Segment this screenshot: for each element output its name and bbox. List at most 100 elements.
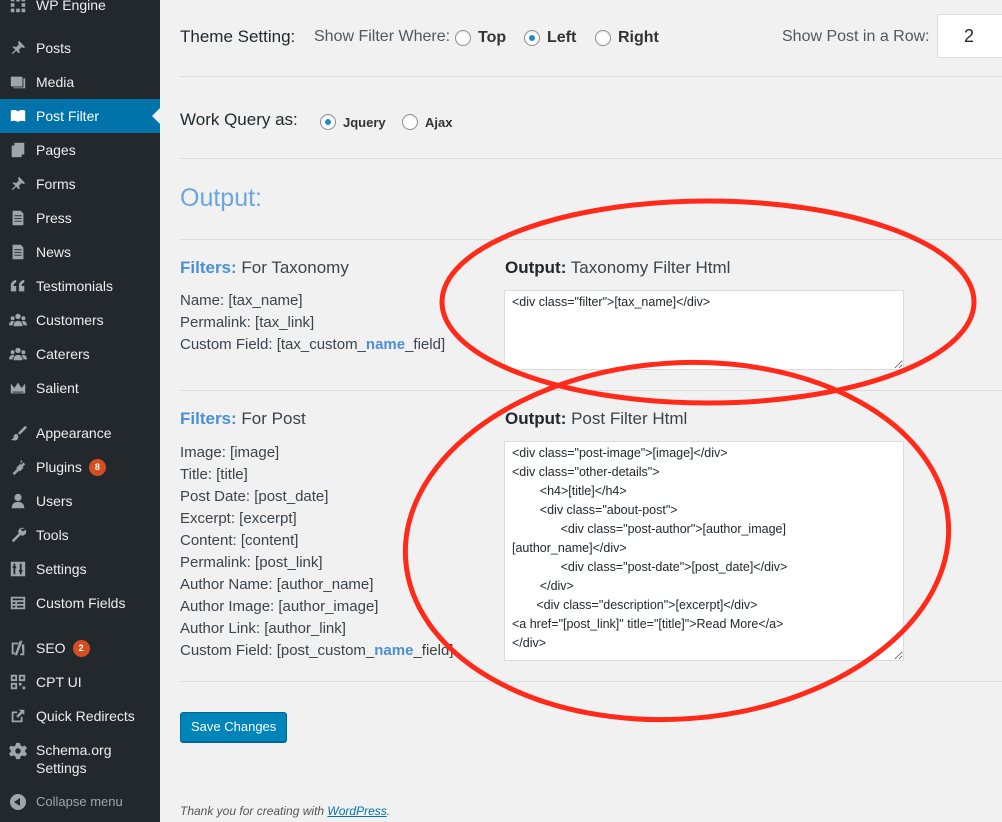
sidebar-item-salient[interactable]: Salient bbox=[0, 371, 160, 405]
sidebar-item-label: Settings bbox=[36, 561, 87, 577]
crown-icon bbox=[0, 379, 36, 397]
post-shortcode-list: Image: [image] Title: [title] Post Date:… bbox=[180, 442, 453, 662]
pages-icon bbox=[0, 141, 36, 159]
seo-notification-badge: 2 bbox=[72, 639, 90, 657]
taxonomy-filters-heading: Filters: For Taxonomy bbox=[180, 258, 349, 278]
sidebar-item-wp-engine[interactable]: WP Engine bbox=[0, 0, 160, 22]
radio-dot[interactable] bbox=[595, 30, 611, 46]
posts-per-row-input[interactable]: 2 bbox=[937, 14, 1002, 58]
gear-icon bbox=[0, 741, 36, 760]
footer-suffix: . bbox=[386, 804, 391, 818]
radio-dot[interactable] bbox=[320, 114, 336, 130]
show-filter-where-label: Show Filter Where: bbox=[314, 28, 451, 45]
paintbrush-icon bbox=[0, 424, 36, 442]
sidebar-item-forms[interactable]: Forms bbox=[0, 167, 160, 201]
pushpin-icon bbox=[0, 39, 36, 57]
collapse-menu-button[interactable]: Collapse menu bbox=[0, 785, 160, 819]
admin-sidebar: WP Engine Posts Media Post Filter Pages … bbox=[0, 0, 160, 822]
wp-engine-icon bbox=[0, 0, 36, 14]
work-query-jquery-radio[interactable]: Jquery bbox=[320, 114, 386, 130]
work-query-label: Work Query as: bbox=[180, 110, 298, 129]
filters-heading-label: For Taxonomy bbox=[241, 258, 349, 277]
radio-label: Top bbox=[478, 29, 507, 46]
collapse-arrow-icon bbox=[0, 794, 36, 810]
collapse-menu-label: Collapse menu bbox=[36, 794, 123, 809]
sidebar-item-pages[interactable]: Pages bbox=[0, 133, 160, 167]
sidebar-item-quick-redirects[interactable]: Quick Redirects bbox=[0, 699, 160, 733]
sidebar-item-label: Users bbox=[36, 493, 73, 509]
posts-per-row-label: Show Post in a Row: bbox=[782, 28, 930, 45]
output-prefix: Output: bbox=[505, 258, 567, 277]
shortcode-line: Permalink: [tax_link] bbox=[180, 314, 315, 331]
sidebar-item-schema-settings[interactable]: Schema.org Settings bbox=[0, 737, 160, 779]
shortcode-line: Title: [title] bbox=[180, 466, 248, 483]
sidebar-item-cpt-ui[interactable]: CPT UI bbox=[0, 665, 160, 699]
external-link-icon bbox=[0, 707, 36, 725]
sidebar-item-label: Caterers bbox=[36, 346, 90, 362]
shortcode-line: Author Link: [author_link] bbox=[180, 620, 346, 637]
document-icon bbox=[0, 243, 36, 261]
post-output-heading: Output: Post Filter Html bbox=[505, 409, 687, 429]
document-icon bbox=[0, 209, 36, 227]
book-icon bbox=[0, 107, 36, 125]
sidebar-item-appearance[interactable]: Appearance bbox=[0, 416, 160, 450]
post-filter-html-textarea[interactable]: <div class="post-image">[image]</div> <d… bbox=[504, 441, 904, 661]
sidebar-item-seo[interactable]: SEO 2 bbox=[0, 631, 160, 665]
sidebar-item-testimonials[interactable]: Testimonials bbox=[0, 269, 160, 303]
sidebar-item-custom-fields[interactable]: Custom Fields bbox=[0, 586, 160, 620]
media-icon bbox=[0, 73, 36, 91]
radio-dot[interactable] bbox=[455, 30, 471, 46]
post-filters-heading: Filters: For Post bbox=[180, 409, 306, 429]
yoast-icon bbox=[0, 639, 36, 657]
sidebar-item-label: Post Filter bbox=[36, 108, 100, 124]
sidebar-item-label: SEO bbox=[36, 640, 66, 656]
shortcode-line-custom-field: Custom Field: [tax_custom_name_field] bbox=[180, 336, 446, 353]
sidebar-item-news[interactable]: News bbox=[0, 235, 160, 269]
sidebar-item-media[interactable]: Media bbox=[0, 65, 160, 99]
save-changes-button[interactable]: Save Changes bbox=[180, 712, 288, 742]
taxonomy-filter-html-textarea[interactable]: <div class="filter">[tax_name]</div> bbox=[504, 290, 904, 370]
filter-position-right-radio[interactable]: Right bbox=[595, 29, 659, 47]
plugin-icon bbox=[0, 458, 36, 476]
sidebar-item-caterers[interactable]: Caterers bbox=[0, 337, 160, 371]
shortcode-line: Content: [content] bbox=[180, 532, 299, 549]
sidebar-item-label: Posts bbox=[36, 40, 72, 56]
radio-dot[interactable] bbox=[402, 114, 418, 130]
sidebar-item-label: Testimonials bbox=[36, 278, 114, 294]
shortcode-line: Name: [tax_name] bbox=[180, 292, 303, 309]
output-section-title: Output: bbox=[180, 184, 262, 212]
sidebar-item-press[interactable]: Press bbox=[0, 201, 160, 235]
sidebar-item-label: WP Engine bbox=[36, 0, 106, 13]
filter-position-top-radio[interactable]: Top bbox=[455, 29, 506, 47]
sidebar-item-post-filter[interactable]: Post Filter bbox=[0, 99, 160, 133]
shortcode-line: Excerpt: [excerpt] bbox=[180, 510, 297, 527]
radio-label: Left bbox=[547, 29, 577, 46]
sidebar-item-plugins[interactable]: Plugins 8 bbox=[0, 450, 160, 484]
sidebar-item-settings[interactable]: Settings bbox=[0, 552, 160, 586]
sidebar-item-tools[interactable]: Tools bbox=[0, 518, 160, 552]
work-query-ajax-radio[interactable]: Ajax bbox=[402, 114, 452, 130]
table-icon bbox=[0, 594, 36, 612]
sidebar-item-posts[interactable]: Posts bbox=[0, 31, 160, 65]
divider bbox=[180, 158, 1002, 159]
sidebar-item-label: Pages bbox=[36, 142, 76, 158]
sidebar-item-label: Customers bbox=[36, 312, 104, 328]
sidebar-item-label: Press bbox=[36, 210, 72, 226]
grid-icon bbox=[0, 673, 36, 691]
pushpin-icon bbox=[0, 175, 36, 193]
radio-dot[interactable] bbox=[524, 30, 540, 46]
groups-icon bbox=[0, 311, 36, 329]
sidebar-item-customers[interactable]: Customers bbox=[0, 303, 160, 337]
filters-prefix: Filters: bbox=[180, 409, 237, 428]
sidebar-item-users[interactable]: Users bbox=[0, 484, 160, 518]
filters-heading-label: For Post bbox=[241, 409, 306, 428]
taxonomy-shortcode-list: Name: [tax_name] Permalink: [tax_link] C… bbox=[180, 290, 445, 356]
shortcode-line-custom-field: Custom Field: [post_custom_name_field] bbox=[180, 642, 454, 659]
sidebar-item-label: Tools bbox=[36, 527, 69, 543]
wordpress-link[interactable]: WordPress bbox=[327, 804, 386, 818]
filter-position-left-radio[interactable]: Left bbox=[524, 29, 576, 47]
radio-label: Right bbox=[618, 29, 659, 46]
sidebar-item-label: CPT UI bbox=[36, 674, 82, 690]
divider bbox=[180, 390, 1002, 391]
radio-label: Jquery bbox=[343, 114, 386, 130]
